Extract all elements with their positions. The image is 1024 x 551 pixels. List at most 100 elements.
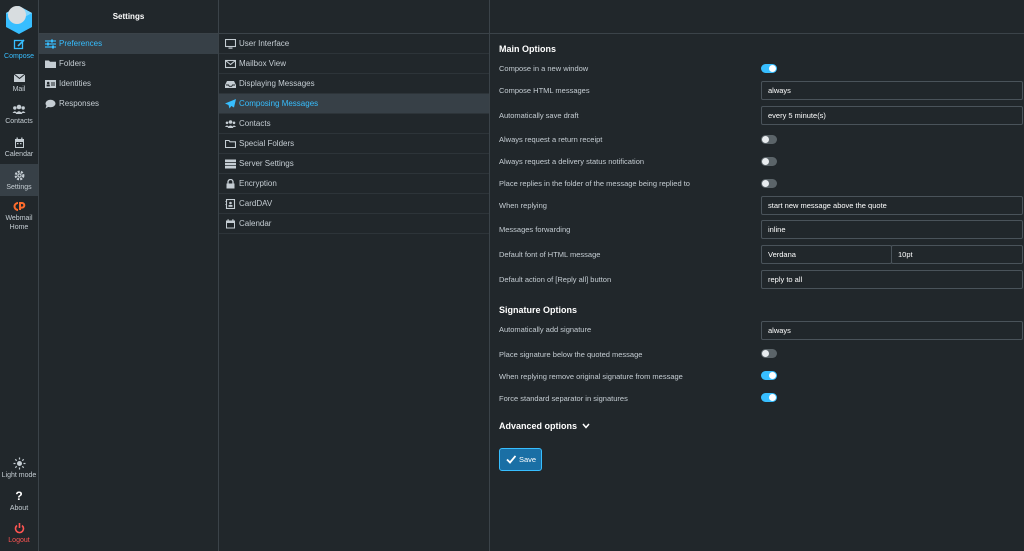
remove-orig-sig-toggle[interactable] (761, 371, 777, 380)
settings-item-preferences[interactable]: Preferences (39, 34, 218, 54)
place-replies-label: Place replies in the folder of the messa… (499, 179, 690, 188)
settings-item-responses[interactable]: Responses (39, 94, 218, 114)
when-replying-select[interactable]: start new message above the quote (761, 196, 1023, 215)
section-item-encryption[interactable]: Encryption (219, 174, 489, 194)
section-item-label: Displaying Messages (239, 79, 315, 88)
sliders-icon (45, 39, 56, 49)
place-replies-toggle[interactable] (761, 179, 777, 188)
default-font-size-select[interactable]: 10pt (891, 245, 1023, 264)
settings-item-identities[interactable]: Identities (39, 74, 218, 94)
inbox-icon (225, 81, 236, 88)
delivery-status-label: Always request a delivery status notific… (499, 157, 645, 166)
server-icon (225, 159, 236, 169)
advanced-options-label: Advanced options (499, 421, 578, 431)
nav-about[interactable]: ? About (0, 490, 38, 513)
section-item-label: CardDAV (239, 199, 273, 208)
main-header (490, 0, 1024, 34)
sections-header (219, 0, 489, 34)
section-item-label: Calendar (239, 219, 272, 228)
settings-item-label: Preferences (59, 39, 103, 48)
default-font-select[interactable]: Verdana (761, 245, 892, 264)
nav-logout[interactable]: Logout (0, 522, 38, 545)
webmail-app: Compose Mail Contacts Calendar Settings … (0, 0, 1024, 551)
envelope-icon (13, 73, 25, 82)
compose-html-select[interactable]: always (761, 81, 1023, 100)
nav-light-mode-label: Light mode (1, 472, 37, 479)
when-replying-label: When replying (499, 201, 547, 210)
sig-below-quote-toggle[interactable] (761, 349, 777, 358)
gear-icon (14, 170, 24, 181)
nav-contacts-label: Contacts (5, 118, 33, 125)
nav-calendar-label: Calendar (4, 151, 34, 158)
check-icon (506, 455, 516, 464)
settings-item-folders[interactable]: Folders (39, 54, 218, 74)
section-item-mailbox-view[interactable]: Mailbox View (219, 54, 489, 74)
id-card-icon (45, 80, 56, 88)
sun-icon (13, 457, 25, 470)
users-icon (12, 104, 26, 114)
section-item-composing-messages[interactable]: Composing Messages (219, 94, 489, 114)
nav-settings-label: Settings (6, 184, 32, 191)
monitor-icon (225, 39, 236, 49)
compose-html-label: Compose HTML messages (499, 86, 590, 95)
compose-icon (13, 39, 25, 50)
section-item-carddav[interactable]: CardDAV (219, 194, 489, 214)
section-item-label: Contacts (239, 119, 271, 128)
main-nav: Compose Mail Contacts Calendar Settings … (0, 0, 39, 551)
section-item-label: Mailbox View (239, 59, 286, 68)
settings-item-label: Responses (59, 99, 100, 108)
signature-options-title: Signature Options (499, 305, 578, 315)
roundcube-logo-icon[interactable] (4, 4, 34, 34)
save-button[interactable]: Save (499, 448, 542, 471)
auto-save-draft-label: Automatically save draft (499, 111, 579, 120)
settings-item-label: Folders (59, 59, 86, 68)
section-item-label: Server Settings (239, 159, 294, 168)
section-item-server-settings[interactable]: Server Settings (219, 154, 489, 174)
default-reply-all-label: Default action of [Reply all] button (499, 275, 612, 284)
section-item-label: Encryption (239, 179, 277, 188)
address-card-icon (225, 199, 236, 209)
default-reply-all-select[interactable]: reply to all (761, 270, 1023, 289)
save-button-label: Save (519, 455, 537, 464)
auto-save-draft-select[interactable]: every 5 minute(s) (761, 106, 1023, 125)
comment-icon (45, 99, 56, 109)
nav-calendar[interactable]: Calendar (0, 136, 38, 159)
force-separator-label: Force standard separator in signatures (499, 394, 628, 403)
compose-new-window-toggle[interactable] (761, 64, 777, 73)
power-icon (14, 523, 24, 534)
compose-new-window-label: Compose in a new window (499, 64, 589, 73)
default-font-label: Default font of HTML message (499, 250, 601, 259)
return-receipt-toggle[interactable] (761, 135, 777, 144)
folder-outline-icon (225, 139, 236, 149)
settings-column: Settings Preferences Folders Identities … (39, 0, 219, 551)
section-item-user-interface[interactable]: User Interface (219, 34, 489, 54)
nav-light-mode[interactable]: Light mode (0, 457, 38, 480)
force-separator-toggle[interactable] (761, 393, 777, 402)
users-icon (225, 120, 236, 128)
nav-contacts[interactable]: Contacts (0, 103, 38, 126)
section-item-special-folders[interactable]: Special Folders (219, 134, 489, 154)
sections-column: User Interface Mailbox View Displaying M… (219, 0, 490, 551)
section-item-contacts[interactable]: Contacts (219, 114, 489, 134)
auto-add-signature-select[interactable]: always (761, 321, 1023, 340)
messages-forwarding-label: Messages forwarding (499, 225, 571, 234)
section-item-label: Composing Messages (239, 99, 319, 108)
paper-plane-icon (225, 99, 236, 109)
lock-icon (226, 179, 235, 189)
envelope-icon (225, 59, 236, 69)
nav-webmail-home[interactable]: Webmail Home (0, 200, 38, 232)
messages-forwarding-select[interactable]: inline (761, 220, 1023, 239)
section-item-displaying-messages[interactable]: Displaying Messages (219, 74, 489, 94)
nav-compose[interactable]: Compose (0, 38, 38, 61)
remove-orig-sig-label: When replying remove original signature … (499, 372, 683, 381)
nav-mail[interactable]: Mail (0, 71, 38, 94)
section-item-label: Special Folders (239, 139, 295, 148)
calendar-icon (226, 219, 235, 229)
cpanel-icon (13, 202, 26, 211)
nav-mail-label: Mail (12, 86, 26, 93)
nav-settings[interactable]: Settings (0, 164, 38, 196)
advanced-options-toggle[interactable]: Advanced options (499, 421, 590, 431)
section-item-calendar[interactable]: Calendar (219, 214, 489, 234)
folder-icon (45, 60, 56, 68)
delivery-status-toggle[interactable] (761, 157, 777, 166)
